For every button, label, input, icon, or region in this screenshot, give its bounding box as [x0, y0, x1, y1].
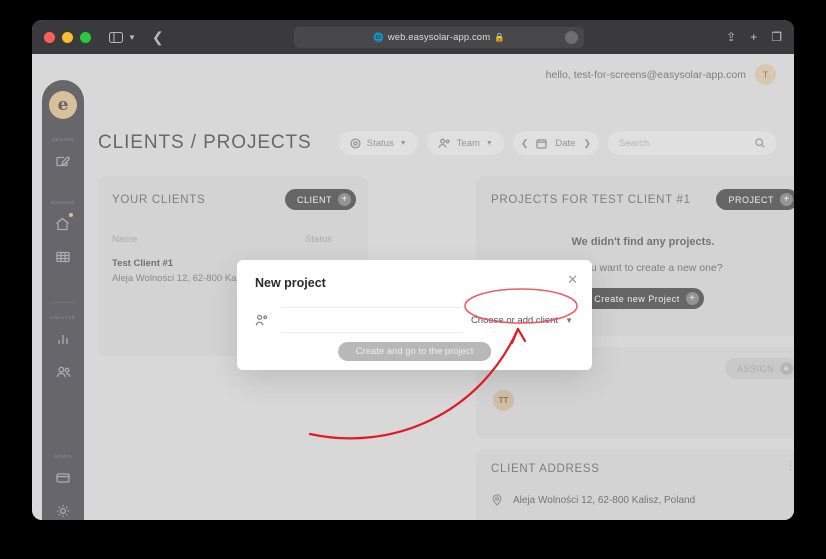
minimize-window-button[interactable] [62, 31, 73, 43]
browser-toolbar-right: ⇪ + ❐ [726, 20, 782, 54]
client-select-label: Choose or add client [470, 314, 559, 326]
url-bar[interactable]: 🌐 web.easysolar-app.com 🔒 [294, 27, 584, 48]
client-select-dropdown[interactable]: Choose or add client ▼ [471, 315, 577, 326]
close-icon[interactable]: ✕ [567, 273, 578, 286]
browser-window: ▼ ❮ 🌐 web.easysolar-app.com 🔒 ⇪ + ❐ e DE… [32, 20, 794, 520]
lock-icon: 🔒 [494, 32, 505, 43]
create-and-go-button[interactable]: Create and go to the project [337, 342, 492, 361]
plus-icon[interactable]: + [750, 30, 757, 44]
new-project-modal: New project ✕ Choose or add client ▼ Cre… [237, 260, 592, 370]
extension-icon[interactable] [565, 31, 578, 44]
person-icon [255, 314, 275, 327]
window-traffic-lights [44, 31, 91, 43]
sidebar-toggle-icon[interactable]: ▼ [109, 31, 136, 43]
app-viewport: e DESIGN MANAGE ANALYZE ADMIN hello, tes… [32, 54, 794, 520]
browser-titlebar: ▼ ❮ 🌐 web.easysolar-app.com 🔒 ⇪ + ❐ [32, 20, 794, 54]
back-button[interactable]: ❮ [152, 29, 164, 46]
project-name-input[interactable] [281, 307, 463, 333]
chevron-down-icon[interactable]: ▼ [128, 33, 136, 42]
modal-title: New project [255, 276, 326, 290]
url-text: web.easysolar-app.com [387, 32, 491, 43]
globe-icon: 🌐 [373, 32, 384, 43]
tabs-icon[interactable]: ❐ [771, 30, 782, 44]
close-window-button[interactable] [44, 31, 55, 43]
chevron-down-icon: ▼ [565, 315, 573, 325]
maximize-window-button[interactable] [80, 31, 91, 43]
share-icon[interactable]: ⇪ [726, 30, 736, 44]
modal-field-row: Choose or add client ▼ [255, 306, 577, 334]
